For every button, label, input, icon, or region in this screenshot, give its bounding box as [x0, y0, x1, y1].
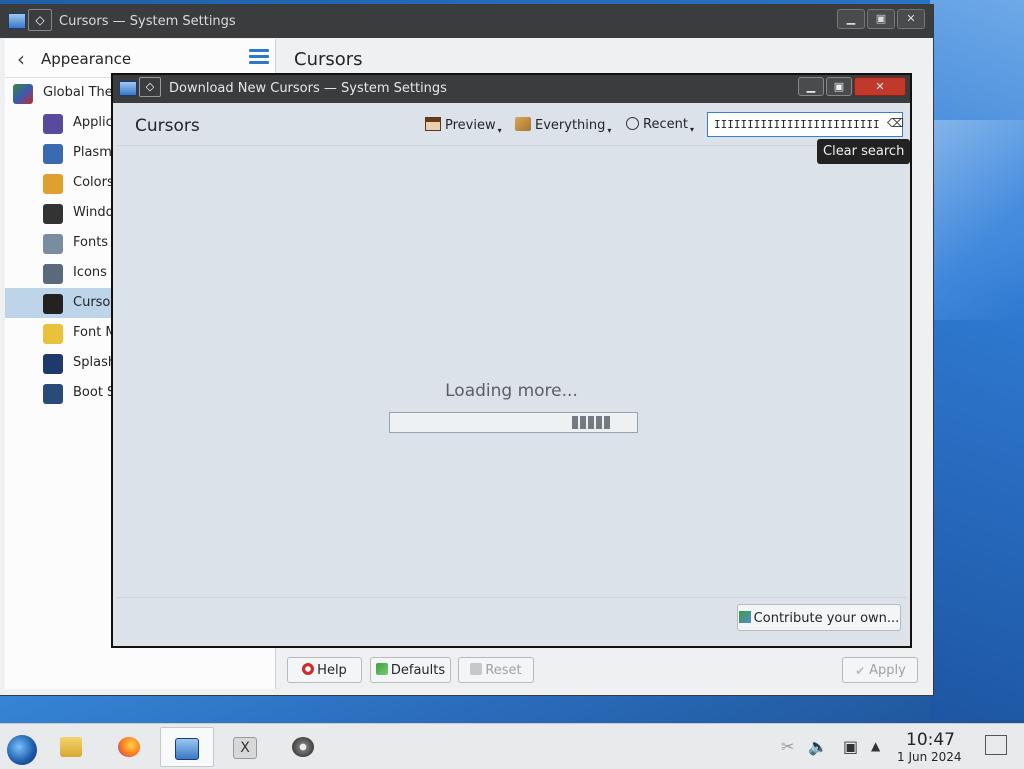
volume-icon[interactable]: 🔈 [808, 737, 828, 756]
window-menu-button[interactable]: ◇ [139, 77, 161, 97]
sidebar-item-label: Global The [43, 85, 113, 100]
font-management-icon [43, 324, 63, 344]
system-settings-app-icon [119, 81, 137, 96]
taskbar-discover[interactable] [278, 727, 328, 767]
system-settings-app-icon [8, 13, 26, 29]
clipboard-icon[interactable]: ✂ [781, 737, 794, 756]
cursor-icon [43, 294, 63, 314]
maximize-button[interactable]: ▣ [867, 9, 895, 29]
notifications-icon[interactable]: ▣ [843, 737, 858, 756]
main-header: Cursors [276, 39, 928, 77]
minimize-button[interactable]: ▁ [798, 77, 824, 96]
progress-chunk [572, 416, 578, 429]
main-window-title: Cursors — System Settings [59, 14, 236, 29]
application-launcher[interactable] [0, 727, 50, 767]
package-icon [515, 117, 531, 131]
contribute-button[interactable]: Contribute your own... [737, 604, 901, 631]
preview-dropdown[interactable]: Preview ▾ [425, 117, 502, 135]
window-decorations-icon [43, 204, 63, 224]
main-titlebar[interactable]: ◇ Cursors — System Settings ▁ ▣ ✕ [0, 5, 933, 38]
checkmark-icon: ✔ [855, 664, 866, 678]
upload-icon [738, 611, 751, 623]
defaults-button[interactable]: Defaults [370, 657, 451, 683]
busy-indicator-bar [389, 412, 638, 433]
clear-search-tooltip: Clear search [817, 139, 911, 164]
preview-icon [425, 117, 441, 131]
taskbar-file-manager[interactable] [46, 727, 96, 767]
minimize-button[interactable]: ▁ [837, 9, 865, 29]
dialog-titlebar[interactable]: ◇ Download New Cursors — System Settings… [113, 75, 910, 103]
sidebar-item-label: Colors [73, 175, 114, 190]
search-input[interactable]: IIIIIIIIIIIIIIIIIIIIIIIII [707, 112, 903, 137]
sidebar-item-label: Curso [73, 295, 111, 310]
dropdown-arrow-icon: ▾ [497, 126, 502, 135]
loading-text: Loading more... [445, 381, 578, 401]
clear-search-icon[interactable]: ⌫ [887, 116, 904, 130]
colors-icon [43, 174, 63, 194]
folder-icon [60, 737, 82, 757]
sort-dropdown[interactable]: Recent ▾ [626, 117, 694, 134]
clock-icon [626, 117, 639, 130]
window-menu-button[interactable]: ◇ [28, 9, 52, 31]
wallpaper-highlight [930, 120, 1024, 320]
dialog-content: Cursors Preview ▾ Everything ▾ Recent ▾ III… [117, 105, 911, 643]
sidebar-item-label: Boot S [73, 385, 116, 400]
page-title: Cursors [294, 49, 363, 70]
desktop-wallpaper [930, 0, 1024, 720]
dialog-footer: Contribute your own... [117, 597, 906, 643]
dropdown-arrow-icon: ▾ [689, 125, 694, 134]
dropdown-arrow-icon: ▾ [607, 126, 612, 135]
taskbar: X ✂ 🔈 ▣ ▲ 10:47 1 Jun 2024 [0, 723, 1024, 769]
firefox-icon [118, 737, 140, 757]
sidebar-item-label: Applic [73, 115, 113, 130]
progress-chunk [604, 416, 610, 429]
fonts-icon [43, 234, 63, 254]
dialog-title: Download New Cursors — System Settings [169, 81, 447, 96]
defaults-icon [375, 663, 388, 675]
sidebar-category-title[interactable]: Appearance [41, 50, 131, 68]
help-button[interactable]: Help [287, 657, 362, 683]
dialog-window-controls: ▁ ▣ ✕ [798, 77, 906, 96]
taskbar-firefox[interactable] [104, 727, 154, 767]
splash-screen-icon [43, 354, 63, 374]
maximize-button[interactable]: ▣ [826, 77, 852, 96]
sidebar-item-label: Icons [73, 265, 107, 280]
start-menu-icon [7, 735, 37, 765]
category-dropdown[interactable]: Everything ▾ [515, 117, 611, 135]
reset-button[interactable]: Reset [458, 657, 534, 683]
icons-icon [43, 264, 63, 284]
sidebar-item-label: Windo [73, 205, 114, 220]
clock-time[interactable]: 10:47 [906, 730, 955, 750]
back-arrow-icon[interactable]: ‹ [17, 47, 25, 71]
plasma-style-icon [43, 144, 63, 164]
sidebar-item-label: Plasm [73, 145, 112, 160]
hamburger-menu-icon[interactable] [249, 49, 269, 65]
compass-icon [292, 737, 314, 757]
progress-chunk [588, 416, 594, 429]
system-settings-icon [175, 738, 199, 760]
main-button-bar: Help Defaults Reset ✔ Apply [276, 649, 928, 693]
x-window-icon: X [233, 737, 257, 759]
dialog-heading: Cursors [135, 116, 200, 136]
application-style-icon [43, 114, 63, 134]
global-theme-icon [13, 84, 33, 104]
download-new-cursors-dialog: ◇ Download New Cursors — System Settings… [111, 73, 912, 648]
help-icon [302, 663, 315, 675]
taskbar-x-app[interactable]: X [219, 727, 269, 767]
sidebar-item-label: Splash [73, 355, 117, 370]
close-button[interactable]: ✕ [897, 9, 925, 29]
progress-chunk [596, 416, 602, 429]
apply-button[interactable]: ✔ Apply [842, 657, 918, 683]
show-desktop-button[interactable] [985, 735, 1007, 755]
main-window-controls: ▁ ▣ ✕ [837, 9, 925, 29]
clock-date[interactable]: 1 Jun 2024 [897, 750, 962, 764]
close-button[interactable]: ✕ [854, 77, 906, 96]
boot-splash-icon [43, 384, 63, 404]
progress-chunk [580, 416, 586, 429]
sidebar-item-label: Fonts [73, 235, 109, 250]
system-tray-expand-icon[interactable]: ▲ [871, 739, 880, 753]
taskbar-system-settings[interactable] [160, 727, 214, 767]
reset-icon [470, 663, 483, 675]
dialog-toolbar: Cursors Preview ▾ Everything ▾ Recent ▾ III… [117, 105, 911, 164]
